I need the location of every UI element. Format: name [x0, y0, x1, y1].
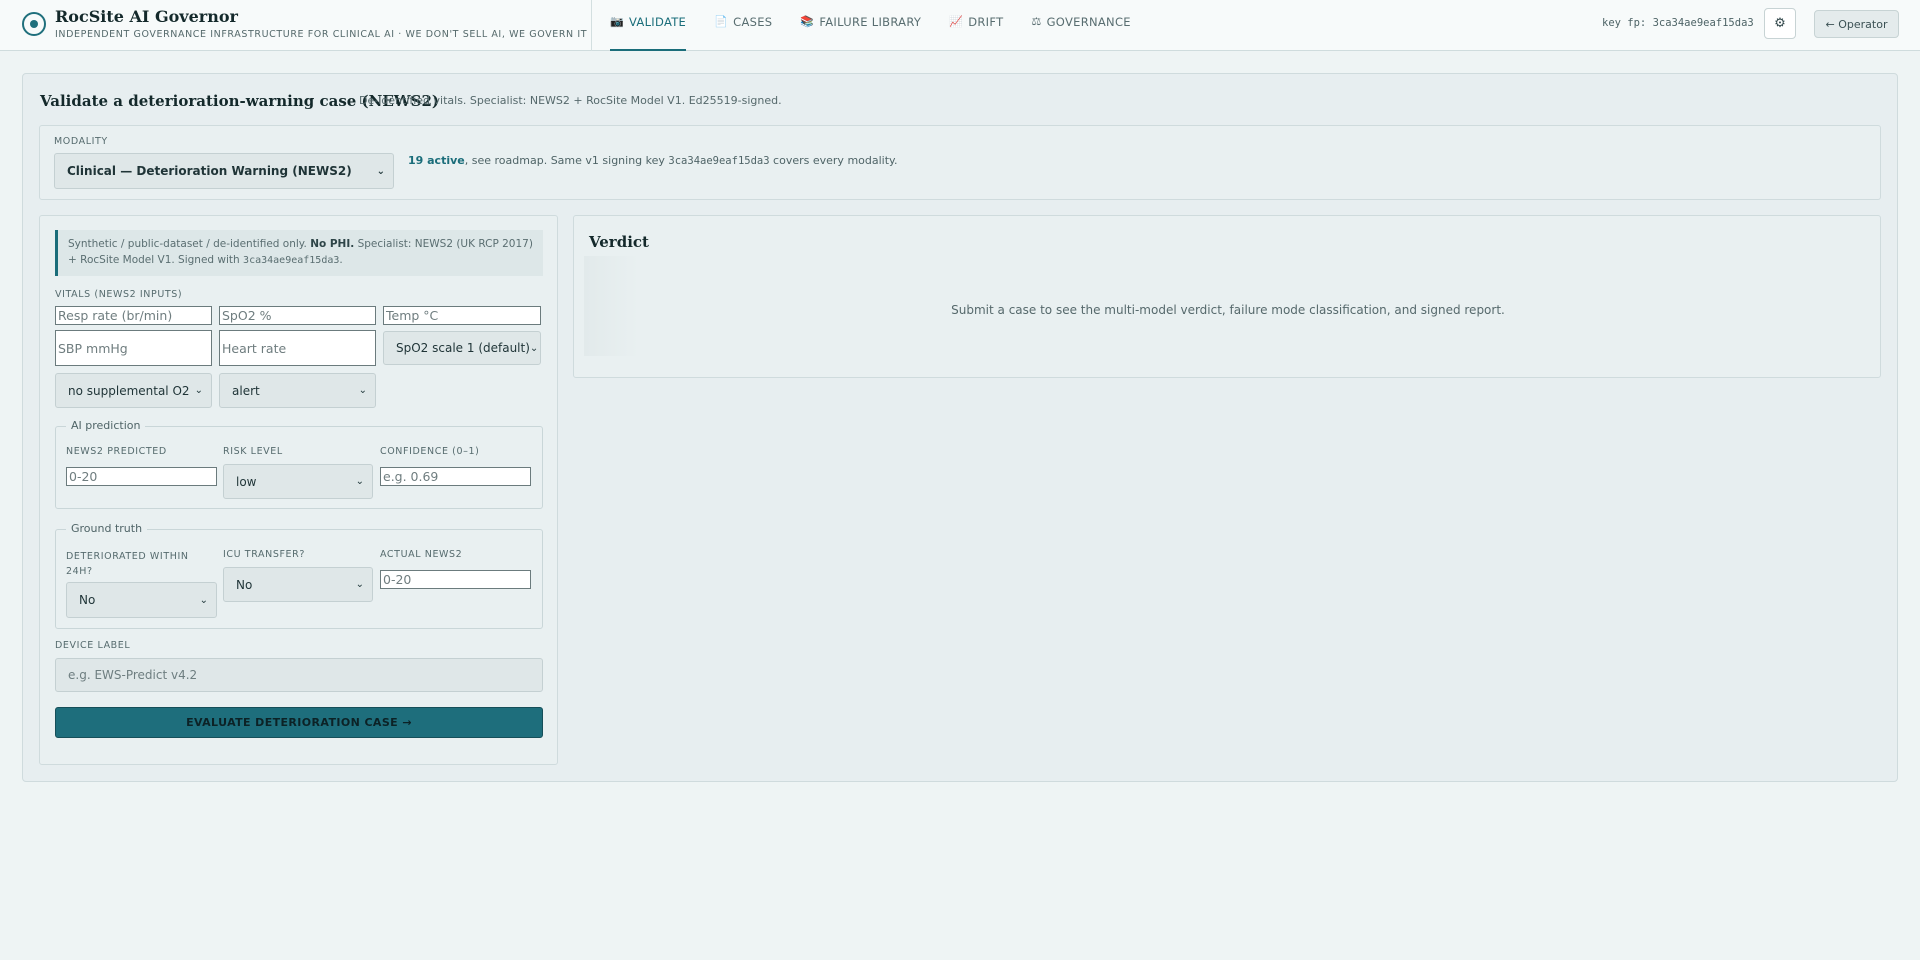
tab-label: FAILURE LIBRARY — [819, 15, 922, 29]
resp-rate-input[interactable]: Resp rate (br/min) — [55, 306, 212, 325]
verdict-card: Verdict Submit a case to see the multi-m… — [573, 215, 1881, 378]
app-title: RocSite AI Governor — [55, 7, 238, 26]
books-icon: 📚 — [800, 15, 815, 28]
roadmap-link[interactable]: roadmap — [495, 154, 544, 167]
tab-cases[interactable]: 📄 CASES — [714, 0, 772, 51]
logo-icon — [22, 12, 46, 36]
tab-validate[interactable]: 📷 VALIDATE — [610, 0, 687, 51]
settings-button[interactable]: ⚙ — [1764, 8, 1796, 39]
modality-note: 19 active, see roadmap. Same v1 signing … — [408, 154, 897, 167]
heart-rate-input[interactable]: Heart rate — [219, 330, 376, 366]
risk-level-label: RISK LEVEL — [223, 446, 283, 457]
modality-label: MODALITY — [54, 136, 108, 147]
confidence-label: CONFIDENCE (0–1) — [380, 446, 480, 457]
ground-truth-group: Ground truth DETERIORATED WITHIN 24H? No… — [55, 522, 543, 629]
top-bar: RocSite AI Governor INDEPENDENT GOVERNAN… — [0, 0, 1920, 51]
chevron-down-icon: ⌄ — [355, 476, 364, 487]
deteriorated-label: DETERIORATED WITHIN 24H? — [66, 549, 189, 579]
chevron-down-icon: ⌄ — [199, 594, 208, 606]
select-value: No — [79, 593, 96, 607]
operator-button[interactable]: ← Operator — [1814, 10, 1899, 38]
phi-notice: Synthetic / public-dataset / de-identifi… — [55, 230, 543, 276]
verdict-title: Verdict — [589, 233, 649, 251]
select-value: no supplemental O2 — [68, 383, 190, 398]
modality-value: Clinical — Deterioration Warning (NEWS2) — [67, 164, 352, 178]
tab-governance[interactable]: ⚖ GOVERNANCE — [1031, 0, 1130, 51]
evaluate-button[interactable]: EVALUATE DETERIORATION CASE → — [55, 707, 543, 738]
main-nav: 📷 VALIDATE 📄 CASES 📚 FAILURE LIBRARY 📈 D… — [610, 0, 1159, 51]
spo2-scale-select[interactable]: SpO2 scale 1 (default) ⌄ — [383, 331, 541, 365]
label-line: DETERIORATED WITHIN — [66, 551, 189, 562]
select-value: low — [236, 474, 257, 489]
active-count: 19 active — [408, 154, 465, 167]
modality-section: MODALITY Clinical — Deterioration Warnin… — [39, 125, 1881, 200]
vitals-label: VITALS (NEWS2 INPUTS) — [55, 289, 183, 300]
case-form: Synthetic / public-dataset / de-identifi… — [39, 215, 558, 765]
notice-text: Synthetic / public-dataset / de-identifi… — [68, 238, 311, 250]
oxygen-select[interactable]: no supplemental O2 ⌄ — [55, 373, 212, 408]
device-label: DEVICE LABEL — [55, 640, 131, 651]
temp-input[interactable]: Temp °C — [383, 306, 541, 325]
validate-panel: Validate a deterioration-warning case (N… — [22, 73, 1898, 782]
note-text: . Same v1 signing key — [543, 154, 669, 167]
tab-drift[interactable]: 📈 DRIFT — [949, 0, 1003, 51]
note-text: , see — [464, 154, 495, 167]
signing-key: 3ca34ae9eaf15da3 — [668, 155, 770, 167]
sbp-input[interactable]: SBP mmHg — [55, 330, 212, 366]
tab-label: GOVERNANCE — [1046, 15, 1131, 29]
chevron-down-icon: ⌄ — [358, 385, 367, 396]
tab-label: DRIFT — [968, 15, 1004, 29]
nav-divider — [591, 0, 592, 51]
confidence-input[interactable]: e.g. 0.69 — [380, 467, 531, 486]
ai-prediction-legend: AI prediction — [66, 419, 146, 432]
camera-icon: 📷 — [610, 15, 624, 28]
app-tagline: INDEPENDENT GOVERNANCE INFRASTRUCTURE FO… — [55, 29, 588, 40]
notice-bold: No PHI. — [310, 238, 355, 250]
deteriorated-select[interactable]: No ⌄ — [66, 582, 217, 618]
tab-failure-library[interactable]: 📚 FAILURE LIBRARY — [800, 0, 921, 51]
actual-news2-input[interactable]: 0-20 — [380, 570, 531, 589]
verdict-empty-state: Submit a case to see the multi-model ver… — [951, 303, 1505, 317]
select-value: SpO2 scale 1 (default) — [396, 341, 530, 355]
label-line: 24H? — [66, 566, 93, 577]
notice-key: 3ca34ae9eaf15da3 — [243, 255, 340, 266]
gear-icon: ⚙ — [1774, 16, 1786, 31]
chevron-down-icon: ⌄ — [194, 385, 203, 396]
page-subtitle: De-identified vitals. Specialist: NEWS2 … — [359, 94, 782, 107]
tab-label: VALIDATE — [629, 15, 687, 29]
tab-label: CASES — [733, 15, 773, 29]
news2-predicted-label: NEWS2 PREDICTED — [66, 446, 167, 457]
document-icon: 📄 — [714, 15, 729, 28]
select-value: alert — [232, 383, 260, 398]
device-label-input[interactable]: e.g. EWS-Predict v4.2 — [55, 658, 543, 692]
ai-prediction-group: AI prediction NEWS2 PREDICTED 0-20 RISK … — [55, 419, 543, 509]
icu-transfer-select[interactable]: No ⌄ — [223, 567, 373, 602]
consciousness-select[interactable]: alert ⌄ — [219, 373, 376, 408]
chevron-down-icon: ⌄ — [376, 165, 385, 177]
note-text: covers every modality. — [769, 154, 898, 167]
modality-select[interactable]: Clinical — Deterioration Warning (NEWS2)… — [54, 153, 394, 189]
chevron-down-icon: ⌄ — [355, 579, 364, 590]
icu-transfer-label: ICU TRANSFER? — [223, 549, 305, 560]
notice-text: . — [339, 254, 343, 266]
news2-predicted-input[interactable]: 0-20 — [66, 467, 217, 486]
select-value: No — [236, 577, 253, 592]
risk-level-select[interactable]: low ⌄ — [223, 464, 373, 499]
actual-news2-label: ACTUAL NEWS2 — [380, 549, 463, 560]
key-fingerprint: key fp: 3ca34ae9eaf15da3 — [1602, 17, 1754, 29]
spo2-input[interactable]: SpO2 % — [219, 306, 376, 325]
chevron-down-icon: ⌄ — [529, 342, 539, 354]
ground-truth-legend: Ground truth — [66, 522, 148, 535]
scales-icon: ⚖ — [1031, 15, 1042, 28]
chart-icon: 📈 — [949, 15, 964, 28]
